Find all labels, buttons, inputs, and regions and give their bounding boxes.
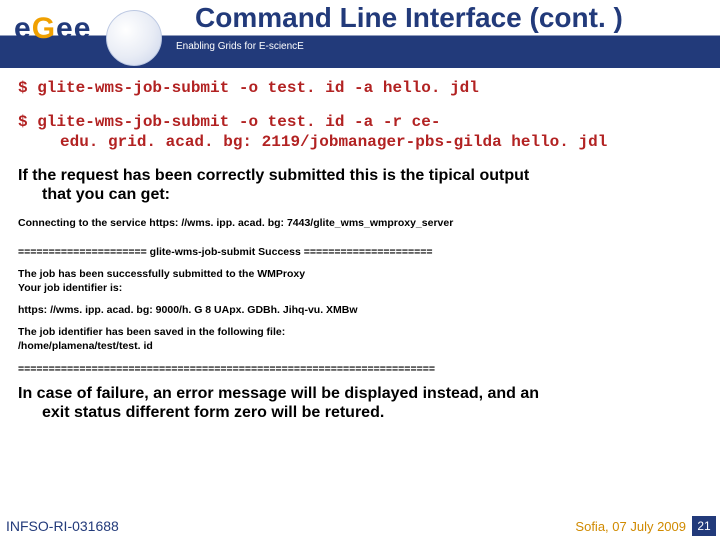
- slide-title: Command Line Interface (cont. ): [195, 2, 623, 34]
- intro-paragraph: If the request has been correctly submit…: [18, 166, 702, 204]
- submitted-block: The job has been successfully submitted …: [18, 267, 702, 295]
- submitted-line-2: Your job identifier is:: [18, 282, 122, 294]
- intro-line-1: If the request has been correctly submit…: [18, 167, 529, 184]
- footer-left: INFSO-RI-031688: [6, 518, 119, 534]
- logo-letter-e3: e: [74, 12, 92, 45]
- command-line-1: $ glite-wms-job-submit -o test. id -a he…: [18, 78, 702, 98]
- logo-letter-g: G: [32, 12, 56, 45]
- tagline: Enabling Grids for E-sciencE: [176, 41, 304, 52]
- egee-logo: eGee: [8, 6, 158, 64]
- command-line-2-b: edu. grid. acad. bg: 2119/jobmanager-pbs…: [18, 132, 702, 152]
- saved-line-1: The job identifier has been saved in the…: [18, 326, 285, 338]
- logo-letter-e1: e: [14, 12, 32, 45]
- logo-globe-icon: [106, 10, 162, 66]
- intro-line-2: that you can get:: [18, 185, 702, 204]
- connecting-line: Connecting to the service https: //wms. …: [18, 216, 702, 230]
- footer-right: Sofia, 07 July 2009: [575, 519, 686, 534]
- job-id: https: //wms. ipp. acad. bg: 9000/h. G 8…: [18, 303, 702, 317]
- success-separator: ===================== glite-wms-job-subm…: [18, 245, 702, 259]
- logo-text: eGee: [14, 12, 91, 46]
- slide-header: eGee Command Line Interface (cont. ) Ena…: [0, 0, 720, 68]
- saved-block: The job identifier has been saved in the…: [18, 325, 702, 353]
- failure-paragraph: In case of failure, an error message wil…: [18, 384, 702, 422]
- submitted-line-1: The job has been successfully submitted …: [18, 268, 305, 280]
- command-line-2: $ glite-wms-job-submit -o test. id -a -r…: [18, 112, 702, 152]
- page-number: 21: [692, 516, 716, 536]
- slide-body: $ glite-wms-job-submit -o test. id -a he…: [0, 68, 720, 422]
- failure-line-2: exit status different form zero will be …: [18, 403, 702, 422]
- command-line-2-a: $ glite-wms-job-submit -o test. id -a -r…: [18, 113, 440, 131]
- failure-line-1: In case of failure, an error message wil…: [18, 385, 539, 402]
- saved-line-2: /home/plamena/test/test. id: [18, 340, 153, 352]
- logo-letter-e2: e: [56, 12, 74, 45]
- slide-footer: INFSO-RI-031688 Sofia, 07 July 2009 21: [0, 514, 720, 536]
- dash-separator: ========================================…: [18, 362, 702, 376]
